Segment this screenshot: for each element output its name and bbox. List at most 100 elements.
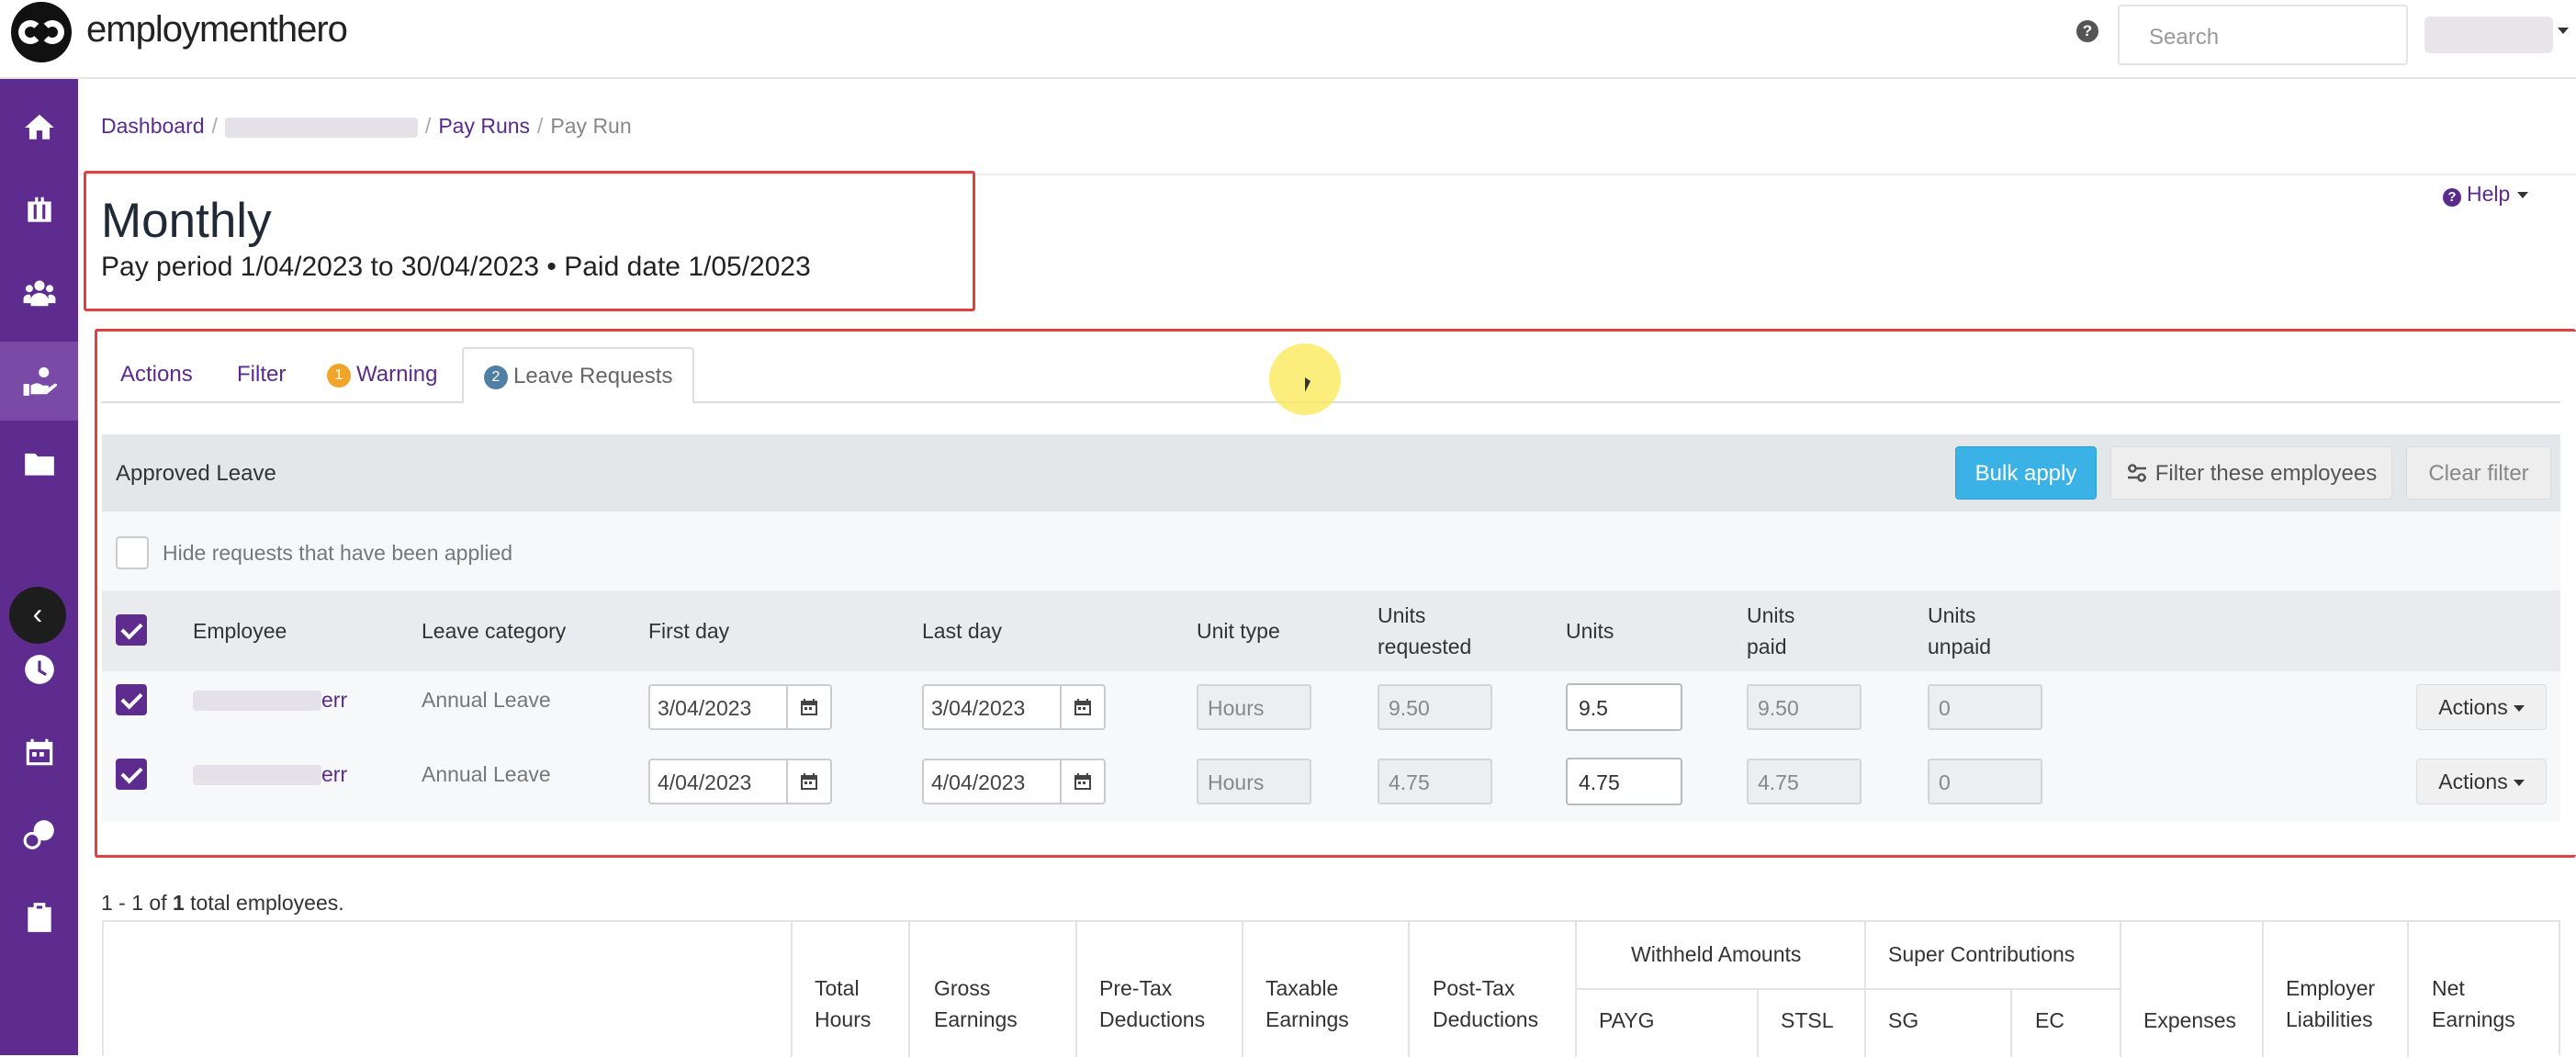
header-ec: EC <box>2035 1008 2064 1032</box>
col-unit-type: Unit type <box>1197 619 1280 643</box>
total-suffix: total employees. <box>184 891 344 915</box>
last-day-value: 4/04/2023 <box>931 770 1026 794</box>
row-checkbox[interactable] <box>116 684 147 715</box>
first-day-input[interactable]: 4/04/2023 <box>648 759 832 804</box>
header-expenses: Expenses <box>2143 1008 2237 1032</box>
column-divider <box>791 922 793 1057</box>
sidebar-item-home[interactable] <box>0 88 78 167</box>
header-pretax-deductions: Pre-Tax Deductions <box>1099 973 1205 1035</box>
tab-actions[interactable]: Actions <box>120 347 193 402</box>
tab-warning-label: Warning <box>356 362 438 387</box>
sidebar-item-tasks[interactable] <box>0 878 78 957</box>
first-day-value: 4/04/2023 <box>658 770 752 794</box>
breadcrumb: Dashboard / / Pay Runs / Pay Run <box>101 114 632 139</box>
employee-name-suffix[interactable]: err <box>321 688 347 713</box>
header-sg: SG <box>1888 1008 1919 1032</box>
pay-period-text: Pay period 1/04/2023 to 30/04/2023 • Pai… <box>101 252 811 282</box>
select-all-checkbox[interactable] <box>116 614 147 646</box>
col-units-unpaid: Units unpaid <box>1928 600 1991 662</box>
calendar-icon[interactable] <box>786 686 830 728</box>
row-actions-label: Actions <box>2438 770 2508 793</box>
tab-leave-requests[interactable]: 2 Leave Requests <box>462 347 695 404</box>
column-divider <box>908 922 910 1057</box>
calendar-icon[interactable] <box>1060 760 1104 803</box>
tab-warning[interactable]: 1 Warning <box>327 347 437 402</box>
leave-category-cell: Annual Leave <box>422 762 551 786</box>
top-bar: employmenthero ? Search <box>0 0 2576 79</box>
column-divider <box>2262 922 2264 1057</box>
header-stsl: STSL <box>1781 1008 1834 1032</box>
row-actions-button[interactable]: Actions <box>2416 684 2547 730</box>
user-menu-caret-icon[interactable] <box>2558 28 2569 34</box>
help-dropdown[interactable]: ? Help <box>2443 182 2529 207</box>
header-posttax-line1: Post-Tax <box>1433 976 1515 1000</box>
sidebar-item-jobs[interactable] <box>0 171 78 250</box>
col-leave-category: Leave category <box>422 619 567 643</box>
header-total-hours-line1: Total <box>815 976 860 1000</box>
header-gross-line2: Earnings <box>934 1007 1018 1031</box>
column-divider <box>1075 922 1077 1057</box>
header-taxable-line2: Earnings <box>1266 1007 1349 1031</box>
row-actions-button[interactable]: Actions <box>2416 759 2547 804</box>
warning-count-badge: 1 <box>327 364 351 388</box>
employee-name-suffix[interactable]: err <box>321 762 347 787</box>
employmenthero-logo-icon[interactable] <box>11 2 72 62</box>
sidebar-item-people[interactable] <box>0 253 78 332</box>
header-employer-liabilities: Employer Liabilities <box>2286 973 2375 1035</box>
employee-name-link[interactable] <box>193 691 321 711</box>
header-gross-line1: Gross <box>934 976 991 1000</box>
units-requested-field: 4.75 <box>1378 759 1492 804</box>
help-icon[interactable]: ? <box>2076 20 2098 42</box>
hide-applied-label: Hide requests that have been applied <box>163 541 513 565</box>
sidebar-item-time[interactable] <box>0 630 78 709</box>
mouse-pointer-icon <box>1305 377 1310 392</box>
breadcrumb-pay-runs[interactable]: Pay Runs <box>438 114 530 138</box>
chevron-down-icon <box>2513 705 2525 713</box>
breadcrumb-business[interactable] <box>224 117 418 138</box>
col-units-unpaid-line1: Units <box>1928 603 1976 627</box>
group-divider <box>1864 988 2120 990</box>
sidebar-item-payroll[interactable] <box>0 342 78 421</box>
units-paid-field: 9.50 <box>1747 684 1862 730</box>
col-units-paid-line1: Units <box>1747 603 1795 627</box>
filter-employees-button[interactable]: Filter these employees <box>2110 446 2392 500</box>
sidebar-item-documents[interactable] <box>0 424 78 503</box>
approved-leave-title: Approved Leave <box>116 461 276 486</box>
hide-applied-checkbox[interactable] <box>116 536 149 569</box>
clear-filter-button[interactable]: Clear filter <box>2406 446 2551 500</box>
header-employer-line2: Liabilities <box>2286 1007 2373 1031</box>
last-day-input[interactable]: 4/04/2023 <box>922 759 1106 804</box>
employee-name-link[interactable] <box>193 765 321 785</box>
calendar-icon[interactable] <box>786 760 830 803</box>
units-input[interactable]: 9.5 <box>1566 683 1682 731</box>
header-posttax-line2: Deductions <box>1433 1007 1539 1031</box>
brand-name[interactable]: employmenthero <box>86 9 348 51</box>
col-employee: Employee <box>193 619 287 643</box>
header-total-hours-line2: Hours <box>815 1007 872 1031</box>
user-menu[interactable] <box>2424 17 2553 53</box>
money-icon <box>23 820 54 849</box>
tab-filter[interactable]: Filter <box>237 347 286 402</box>
sidebar-item-calendar[interactable] <box>0 713 78 792</box>
header-net-line2: Earnings <box>2432 1007 2515 1031</box>
total-employees-text: 1 - 1 of 1 total employees. <box>101 891 344 916</box>
search-input[interactable]: Search <box>2118 5 2408 65</box>
filter-employees-label: Filter these employees <box>2154 461 2378 486</box>
first-day-input[interactable]: 3/04/2023 <box>648 684 832 730</box>
bulk-apply-button[interactable]: Bulk apply <box>1955 446 2097 500</box>
col-units-requested: Units requested <box>1378 600 1471 662</box>
breadcrumb-dashboard[interactable]: Dashboard <box>101 114 205 138</box>
calendar-icon[interactable] <box>1060 686 1104 728</box>
last-day-input[interactable]: 3/04/2023 <box>922 684 1106 730</box>
column-divider <box>1408 922 1410 1057</box>
row-checkbox[interactable] <box>116 759 147 790</box>
unit-type-field: Hours <box>1197 684 1311 730</box>
units-input[interactable]: 4.75 <box>1566 758 1682 805</box>
payroll-hand-icon <box>23 366 57 396</box>
leave-count-badge: 2 <box>484 365 508 389</box>
header-gross-earnings: Gross Earnings <box>934 973 1018 1035</box>
breadcrumb-current: Pay Run <box>550 114 632 138</box>
pay-run-summary-table: Total Hours Gross Earnings Pre-Tax Deductio… <box>102 920 2560 1057</box>
total-count: 1 <box>172 891 185 915</box>
sidebar-item-benefits[interactable] <box>0 795 78 874</box>
